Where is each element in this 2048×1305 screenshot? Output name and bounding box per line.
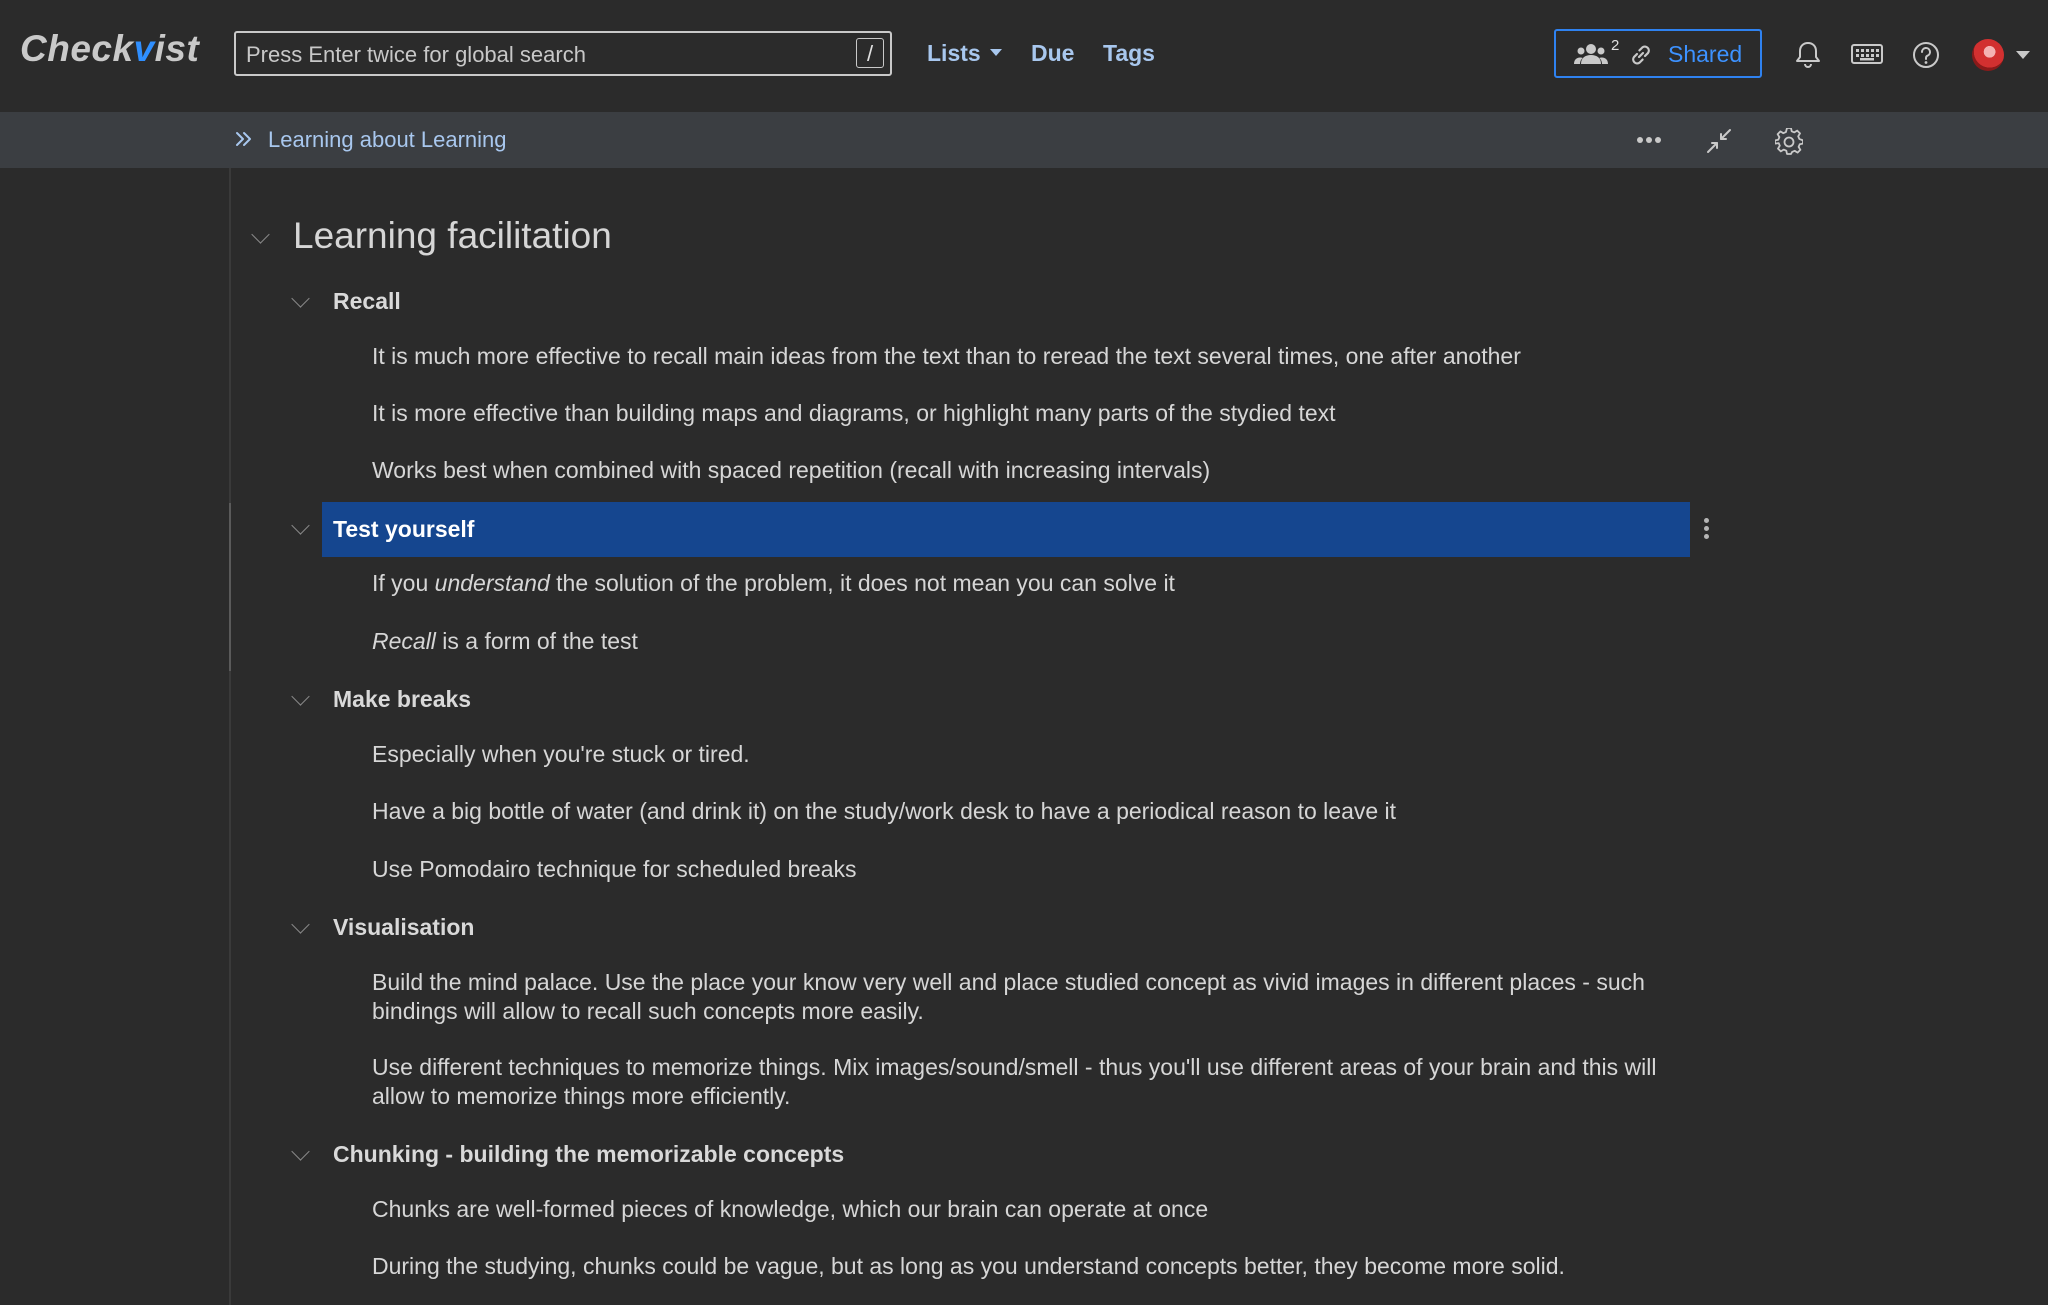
keyboard-icon[interactable] [1851, 42, 1883, 66]
nav-tags[interactable]: Tags [1103, 40, 1155, 67]
chevron-down-icon[interactable] [291, 289, 310, 308]
nav-due[interactable]: Due [1031, 40, 1074, 67]
list-item[interactable]: Works best when combined with spaced rep… [372, 456, 1692, 485]
list-item-visualisation[interactable]: Visualisation [333, 914, 474, 941]
list-item-chunking[interactable]: Chunking - building the memorizable conc… [333, 1141, 844, 1168]
list-item-make-breaks[interactable]: Make breaks [333, 686, 471, 713]
row-menu-icon[interactable] [1704, 518, 1709, 542]
bell-icon[interactable] [1795, 40, 1821, 70]
chevron-down-icon [989, 49, 1002, 57]
chevron-down-icon[interactable] [291, 516, 310, 535]
chevron-down-icon[interactable] [2016, 51, 2030, 59]
top-header: Checkvist / Lists Due Tags 2 Shared [0, 0, 2048, 112]
help-icon[interactable] [1912, 41, 1940, 69]
shared-label: Shared [1668, 41, 1743, 67]
list-item-test-yourself[interactable]: Test yourself [333, 516, 474, 543]
more-horizontal-icon[interactable] [1636, 136, 1662, 144]
chevron-down-icon[interactable] [291, 915, 310, 934]
shared-button[interactable]: 2 Shared [1554, 29, 1762, 78]
emphasis-text: understand [434, 570, 550, 596]
logo-text-ist: ist [154, 28, 200, 69]
list-item[interactable]: Especially when you're stuck or tired. [372, 740, 1692, 769]
active-branch-rail [229, 503, 231, 671]
list-item[interactable]: Chunks are well-formed pieces of knowled… [372, 1195, 1692, 1224]
chevron-down-icon[interactable] [291, 1142, 310, 1161]
double-chevron-right-icon[interactable] [234, 128, 254, 150]
list-item[interactable]: It is more effective than building maps … [372, 399, 1692, 428]
list-item[interactable]: Use Pomodairo technique for scheduled br… [372, 855, 1692, 884]
logo-check-mark: v [133, 28, 155, 69]
shared-user-count: 2 [1611, 37, 1620, 54]
list-item[interactable]: Have a big bottle of water (and drink it… [372, 797, 1692, 826]
list-item[interactable]: It is much more effective to recall main… [372, 342, 1692, 371]
avatar[interactable] [1972, 39, 2004, 71]
text-run: the solution of the problem, it does not… [549, 570, 1175, 596]
search-shortcut-key: / [856, 38, 884, 68]
logo-text-check: Check [20, 28, 134, 69]
nav-lists-label: Lists [927, 40, 981, 66]
breadcrumb-link[interactable]: Learning about Learning [268, 127, 507, 153]
link-icon [1632, 45, 1650, 65]
global-search-box: / [234, 31, 892, 76]
text-run: is a form of the test [435, 628, 638, 654]
list-title[interactable]: Learning facilitation [293, 215, 612, 257]
collapse-icon[interactable] [1706, 128, 1732, 154]
list-item[interactable]: If you understand the solution of the pr… [372, 569, 1692, 598]
users-icon [1574, 44, 1608, 64]
list-rail [229, 168, 231, 1305]
chevron-down-icon[interactable] [291, 687, 310, 706]
list-item[interactable]: Build the mind palace. Use the place you… [372, 968, 1692, 1026]
selected-row-highlight[interactable] [322, 502, 1690, 557]
list-item[interactable]: Recall is a form of the test [372, 627, 1692, 656]
nav-lists[interactable]: Lists [927, 40, 1002, 67]
breadcrumb-bar: Learning about Learning [0, 112, 2048, 168]
emphasis-text: Recall [372, 628, 436, 654]
text-run: If you [372, 570, 435, 596]
app-logo[interactable]: Checkvist [20, 28, 199, 70]
list-item[interactable]: Use different techniques to memorize thi… [372, 1053, 1692, 1111]
list-item-recall[interactable]: Recall [333, 288, 401, 315]
search-input[interactable] [244, 33, 838, 76]
gear-icon[interactable] [1775, 128, 1803, 156]
chevron-down-icon[interactable] [251, 225, 270, 244]
list-item[interactable]: During the studying, chunks could be vag… [372, 1252, 1692, 1281]
